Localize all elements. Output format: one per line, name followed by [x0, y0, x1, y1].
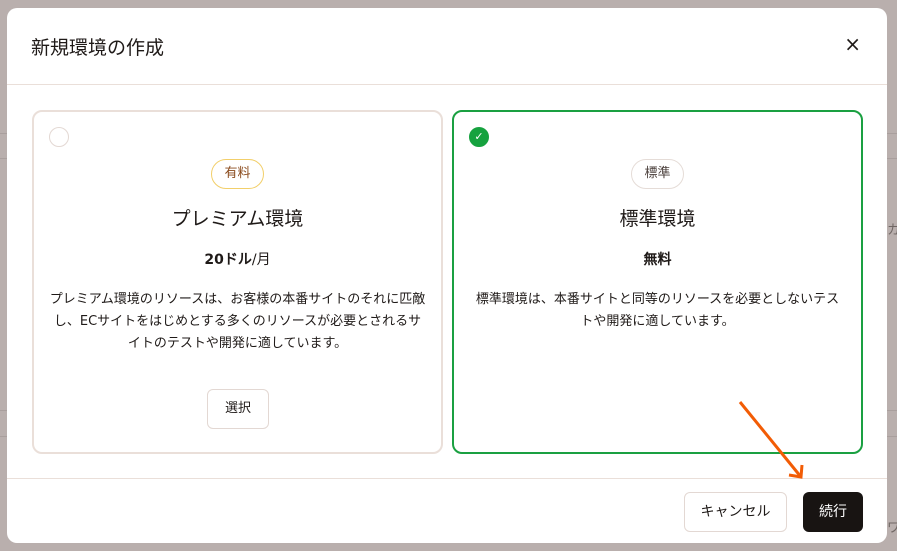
radio-unselected-icon[interactable] [49, 127, 69, 147]
option-card-standard[interactable]: ✓ 標準 標準環境 無料 標準環境は、本番サイトと同等のリソースを必要としないテ… [452, 110, 863, 454]
option-price: 20ドル/月 [34, 249, 441, 269]
option-price: 無料 [454, 249, 861, 269]
option-name: 標準環境 [619, 208, 696, 230]
select-button[interactable]: 選択 [207, 389, 269, 429]
dialog-header: 新規環境の作成 × [7, 8, 887, 85]
option-card-premium[interactable]: 有料 プレミアム環境 20ドル/月 プレミアム環境のリソースは、お客様の本番サイ… [32, 110, 443, 454]
close-icon[interactable]: × [844, 34, 861, 54]
paid-badge: 有料 [211, 159, 264, 189]
price-amount: 20ドル [204, 252, 252, 268]
standard-badge: 標準 [631, 159, 684, 189]
create-environment-dialog: 新規環境の作成 × 有料 プレミアム環境 20ドル/月 プレミアム環境のリソース… [7, 8, 887, 543]
dialog-footer: キャンセル 続行 [7, 478, 887, 543]
cancel-button[interactable]: キャンセル [684, 492, 787, 532]
background-text: ワ [887, 521, 897, 536]
price-amount: 無料 [643, 252, 672, 268]
option-description: 標準環境は、本番サイトと同等のリソースを必要としないテストや開発に適しています。 [475, 292, 840, 329]
continue-button[interactable]: 続行 [803, 492, 863, 532]
check-circle-icon[interactable]: ✓ [469, 127, 489, 147]
option-name: プレミアム環境 [171, 208, 304, 230]
price-unit: /月 [251, 252, 271, 268]
background-text: カ [887, 223, 897, 238]
option-description: プレミアム環境のリソースは、お客様の本番サイトのそれに匹敵し、ECサイトをはじめ… [49, 292, 426, 351]
dialog-title: 新規環境の作成 [31, 37, 165, 59]
